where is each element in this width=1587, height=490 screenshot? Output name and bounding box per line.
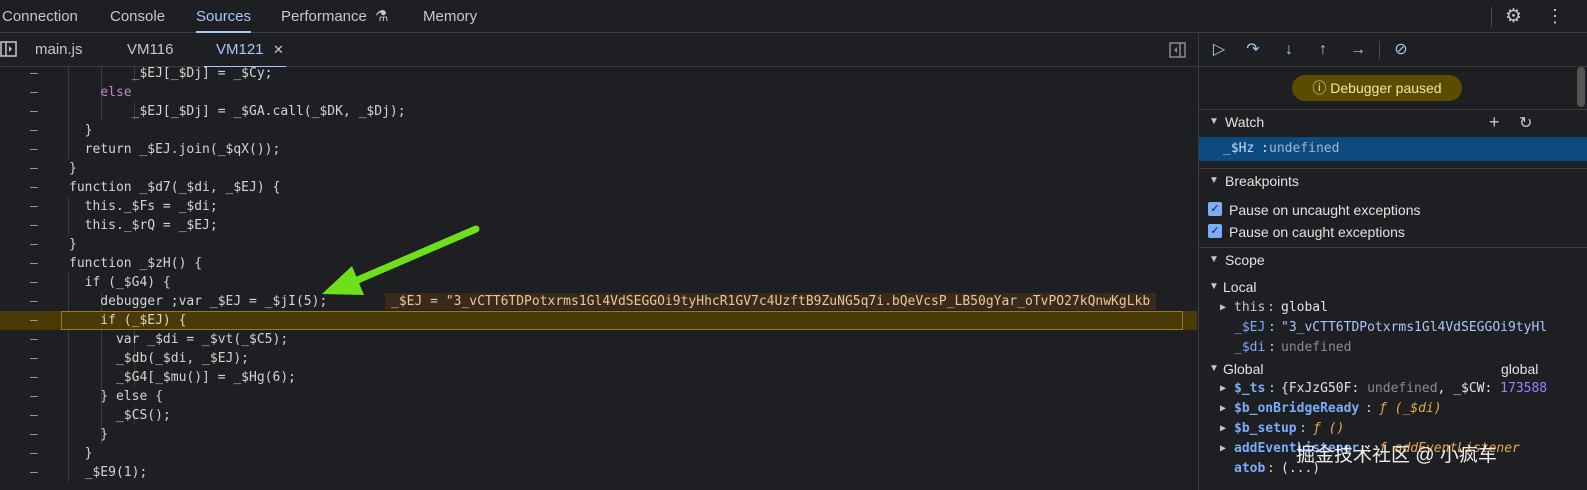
devtools-tab-bar: Connection Console Sources Performance ⚗… bbox=[0, 0, 1587, 33]
annotation-arrow bbox=[322, 225, 480, 295]
collapse-triangle-icon: ▼ bbox=[1209, 116, 1219, 127]
collapse-triangle-icon: ▼ bbox=[1209, 254, 1219, 265]
debugger-toolbar: ▷ ↷ ↓ ↑ → ⊘ bbox=[1199, 33, 1587, 67]
tab-performance[interactable]: Performance bbox=[281, 0, 367, 33]
step-over-icon[interactable]: ↷ bbox=[1243, 40, 1263, 60]
toggle-debugger-icon[interactable] bbox=[1169, 41, 1186, 59]
scope-var-bridge[interactable]: ▶ $b_onBridgeReady: ƒ (_$di) bbox=[1199, 399, 1587, 419]
scope-global[interactable]: ▼ Global global bbox=[1199, 359, 1587, 379]
pause-uncaught-option[interactable]: ✓ Pause on uncaught exceptions bbox=[1199, 199, 1587, 221]
scope-var-setup[interactable]: ▶ $b_setup: ƒ () bbox=[1199, 419, 1587, 439]
tab-sources[interactable]: Sources bbox=[196, 0, 252, 33]
scope-section-header[interactable]: ▼ Scope bbox=[1199, 247, 1587, 273]
more-vertical-icon[interactable]: ⋮ bbox=[1546, 0, 1564, 33]
collapse-triangle-icon: ▼ bbox=[1209, 363, 1219, 374]
flask-icon: ⚗ bbox=[375, 8, 389, 25]
expand-triangle-icon: ▶ bbox=[1220, 443, 1227, 454]
file-tabs: main.js VM116 VM121 ✕ bbox=[0, 33, 1197, 68]
expand-triangle-icon: ▶ bbox=[1220, 423, 1227, 434]
divider bbox=[1491, 7, 1492, 27]
deactivate-breakpoints-icon[interactable]: ⊘ bbox=[1391, 40, 1411, 60]
add-watch-icon[interactable]: + bbox=[1489, 112, 1500, 133]
watch-section-header[interactable]: ▼ Watch + ↻ bbox=[1199, 109, 1587, 135]
tab-memory[interactable]: Memory bbox=[423, 0, 477, 33]
code-editor[interactable]: – _$EJ[_$Dj] = _$Cy; – else – _$EJ[_$Dj]… bbox=[0, 67, 1197, 490]
file-tab-main-js[interactable]: main.js bbox=[35, 33, 83, 67]
step-icon[interactable]: → bbox=[1348, 40, 1368, 60]
scope-var-this[interactable]: ▶ this: global bbox=[1199, 298, 1587, 318]
refresh-icon[interactable]: ↻ bbox=[1519, 113, 1532, 133]
step-out-icon[interactable]: ↑ bbox=[1313, 40, 1333, 60]
scrollbar[interactable] bbox=[1577, 67, 1585, 107]
expand-triangle-icon: ▶ bbox=[1220, 403, 1227, 414]
expand-triangle-icon: ▶ bbox=[1220, 302, 1227, 313]
info-icon: ⓘ bbox=[1312, 80, 1331, 96]
scope-var-di[interactable]: _$di: undefined bbox=[1199, 338, 1587, 358]
debugger-paused-badge: ⓘ Debugger paused bbox=[1292, 75, 1462, 101]
expand-triangle-icon: ▶ bbox=[1220, 383, 1227, 394]
tab-console[interactable]: Console bbox=[110, 0, 165, 33]
collapse-triangle-icon: ▼ bbox=[1209, 281, 1219, 292]
debugger-sidebar: ▷ ↷ ↓ ↑ → ⊘ ⓘ Debugger paused ▼ Watch + … bbox=[1198, 33, 1587, 490]
toolbar-divider bbox=[1379, 41, 1380, 59]
gear-icon[interactable]: ⚙ bbox=[1505, 0, 1522, 33]
scope-var-ej[interactable]: _$EJ: "3_vCTT6TDPotxrms1Gl4VdSEGGOi9tyHl bbox=[1199, 318, 1587, 338]
scope-var-ts[interactable]: ▶ $_ts: {FxJzG50F: undefined, _$CW: 1735… bbox=[1199, 379, 1587, 399]
breakpoints-section-header[interactable]: ▼ Breakpoints bbox=[1199, 168, 1587, 194]
scope-local[interactable]: ▼ Local bbox=[1199, 277, 1587, 297]
watch-expression[interactable]: _$Hz : undefined bbox=[1199, 137, 1587, 161]
step-into-icon[interactable]: ↓ bbox=[1279, 40, 1299, 60]
toggle-navigator-icon[interactable] bbox=[0, 40, 17, 58]
tab-connection[interactable]: Connection bbox=[2, 0, 78, 33]
pause-caught-option[interactable]: ✓ Pause on caught exceptions bbox=[1199, 221, 1587, 243]
file-tab-vm121[interactable]: VM121 bbox=[204, 33, 285, 68]
close-tab-icon[interactable]: ✕ bbox=[273, 33, 284, 67]
file-tab-vm116[interactable]: VM116 bbox=[127, 33, 173, 67]
resume-icon[interactable]: ▷ bbox=[1209, 40, 1229, 60]
collapse-triangle-icon: ▼ bbox=[1209, 175, 1219, 186]
checkbox-checked[interactable]: ✓ bbox=[1208, 202, 1222, 216]
watermark-text: 掘金技术社区 @ 小疯车 bbox=[1296, 445, 1497, 466]
checkbox-checked[interactable]: ✓ bbox=[1208, 224, 1222, 238]
